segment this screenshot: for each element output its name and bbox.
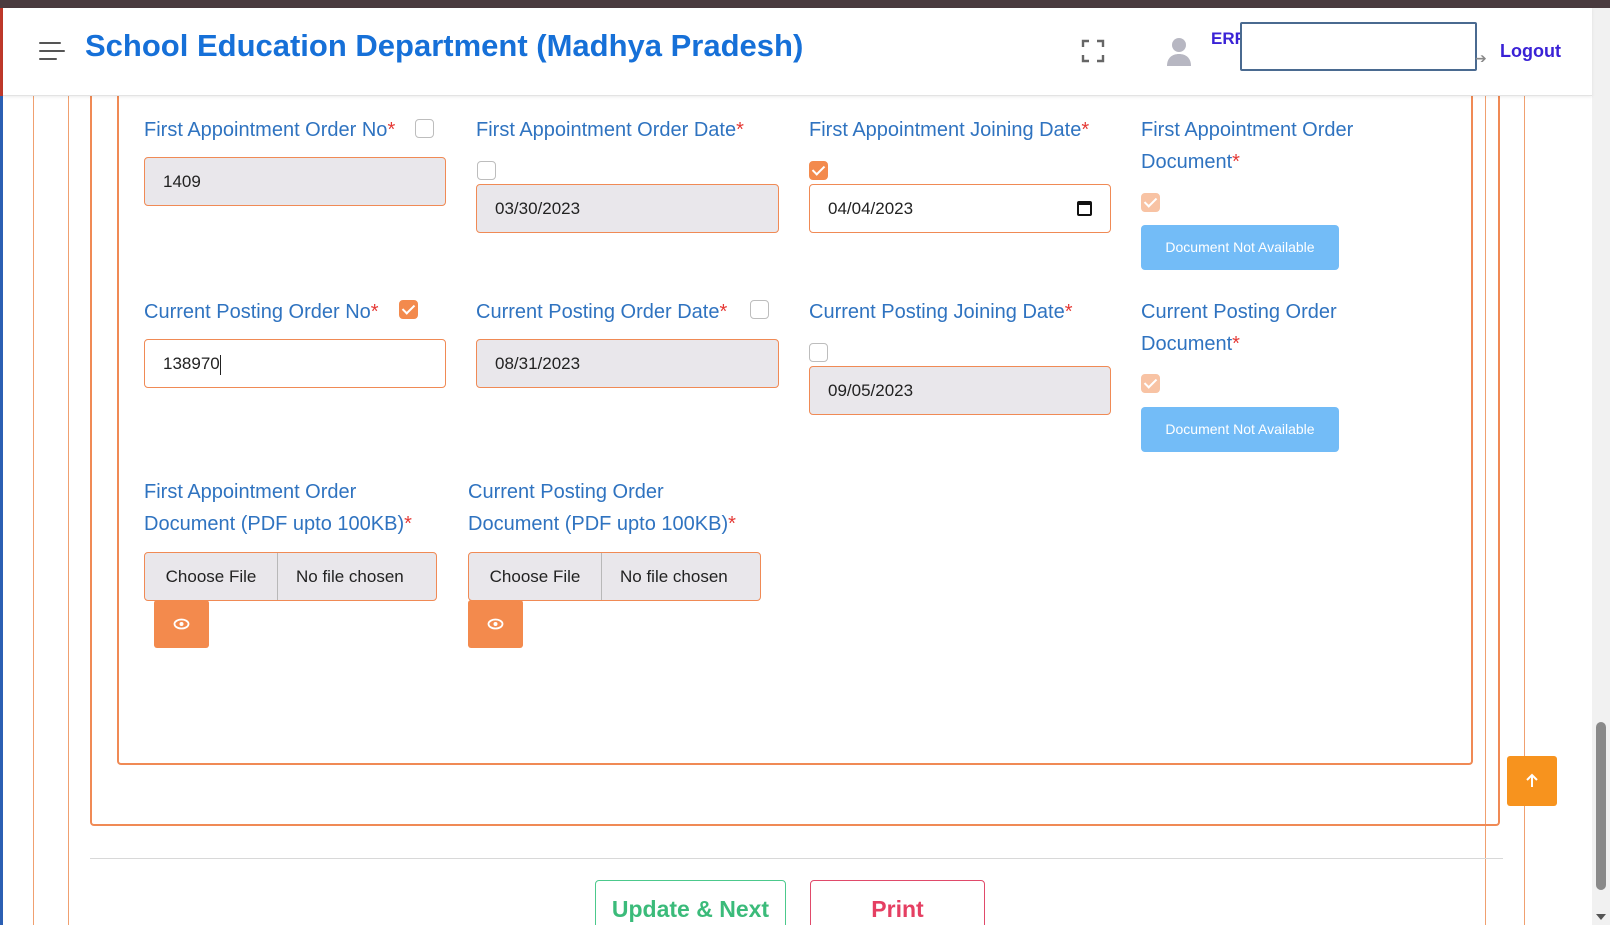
file-status: No file chosen xyxy=(620,567,728,586)
first-appointment-order-document-checkbox[interactable] xyxy=(1141,193,1160,212)
logout-icon[interactable]: ➔ xyxy=(1475,50,1487,67)
update-next-button[interactable]: Update & Next xyxy=(595,880,786,925)
fullscreen-icon[interactable] xyxy=(1081,39,1105,63)
current-posting-upload-label: Current Posting Order Document (PDF upto… xyxy=(468,481,736,535)
current-posting-joining-date-checkbox[interactable] xyxy=(809,343,828,362)
first-appointment-joining-date-input[interactable]: 04/04/2023 xyxy=(809,184,1111,233)
first-appointment-order-date-input[interactable]: 03/30/2023 xyxy=(476,184,779,233)
page-scrollbar[interactable] xyxy=(1592,8,1610,925)
arrow-up-icon xyxy=(1526,773,1538,787)
file-status: No file chosen xyxy=(296,567,404,586)
eye-icon xyxy=(487,618,504,630)
browser-top-strip xyxy=(0,0,1610,8)
current-posting-order-date-label: Current Posting Order Date* xyxy=(476,301,728,323)
logout-link[interactable]: Logout xyxy=(1500,41,1561,62)
current-posting-joining-date-label: Current Posting Joining Date* xyxy=(809,301,1073,323)
current-posting-joining-date-input[interactable]: 09/05/2023 xyxy=(809,366,1111,415)
current-posting-document-not-available-button[interactable]: Document Not Available xyxy=(1141,407,1339,452)
first-appointment-preview-button[interactable] xyxy=(154,600,209,648)
choose-file-button[interactable]: Choose File xyxy=(145,553,278,600)
eye-icon xyxy=(173,618,190,630)
menu-icon[interactable] xyxy=(39,42,65,64)
scroll-to-top-button[interactable] xyxy=(1507,756,1557,806)
first-appointment-joining-date-checkbox[interactable] xyxy=(809,161,828,180)
section-divider xyxy=(90,858,1503,859)
current-posting-order-document-label: Current Posting Order Document* xyxy=(1141,301,1337,355)
user-icon[interactable] xyxy=(1166,36,1192,68)
left-edge-strip xyxy=(0,8,3,925)
first-appointment-order-date-label: First Appointment Order Date* xyxy=(476,119,744,141)
current-posting-order-date-checkbox[interactable] xyxy=(750,300,769,319)
current-posting-order-no-checkbox[interactable] xyxy=(399,300,418,319)
first-appointment-upload-label: First Appointment Order Document (PDF up… xyxy=(144,481,412,535)
current-posting-order-document-checkbox[interactable] xyxy=(1141,374,1160,393)
user-name-box xyxy=(1240,22,1477,71)
first-appointment-file-input[interactable]: Choose File No file chosen xyxy=(144,552,437,601)
calendar-icon[interactable] xyxy=(1077,201,1092,216)
current-posting-order-no-label: Current Posting Order No* xyxy=(144,301,379,323)
current-posting-order-date-input[interactable]: 08/31/2023 xyxy=(476,339,779,388)
first-appointment-joining-date-label: First Appointment Joining Date* xyxy=(809,119,1090,141)
current-posting-preview-button[interactable] xyxy=(468,600,523,648)
choose-file-button[interactable]: Choose File xyxy=(469,553,602,600)
app-header: School Education Department (Madhya Prad… xyxy=(3,8,1592,96)
first-appointment-document-not-available-button[interactable]: Document Not Available xyxy=(1141,225,1339,270)
scrollbar-thumb[interactable] xyxy=(1596,722,1606,890)
scroll-down-arrow-icon[interactable] xyxy=(1596,914,1606,920)
current-posting-file-input[interactable]: Choose File No file chosen xyxy=(468,552,761,601)
print-button[interactable]: Print xyxy=(810,880,985,925)
site-title: School Education Department (Madhya Prad… xyxy=(85,28,804,63)
first-appointment-order-date-checkbox[interactable] xyxy=(477,161,496,180)
first-appointment-order-document-label: First Appointment Order Document* xyxy=(1141,119,1354,173)
first-appointment-order-no-input[interactable]: 1409 xyxy=(144,157,446,206)
current-posting-order-no-input[interactable]: 138970 xyxy=(144,339,446,388)
first-appointment-order-no-label: First Appointment Order No* xyxy=(144,119,396,141)
first-appointment-order-no-checkbox[interactable] xyxy=(415,119,434,138)
